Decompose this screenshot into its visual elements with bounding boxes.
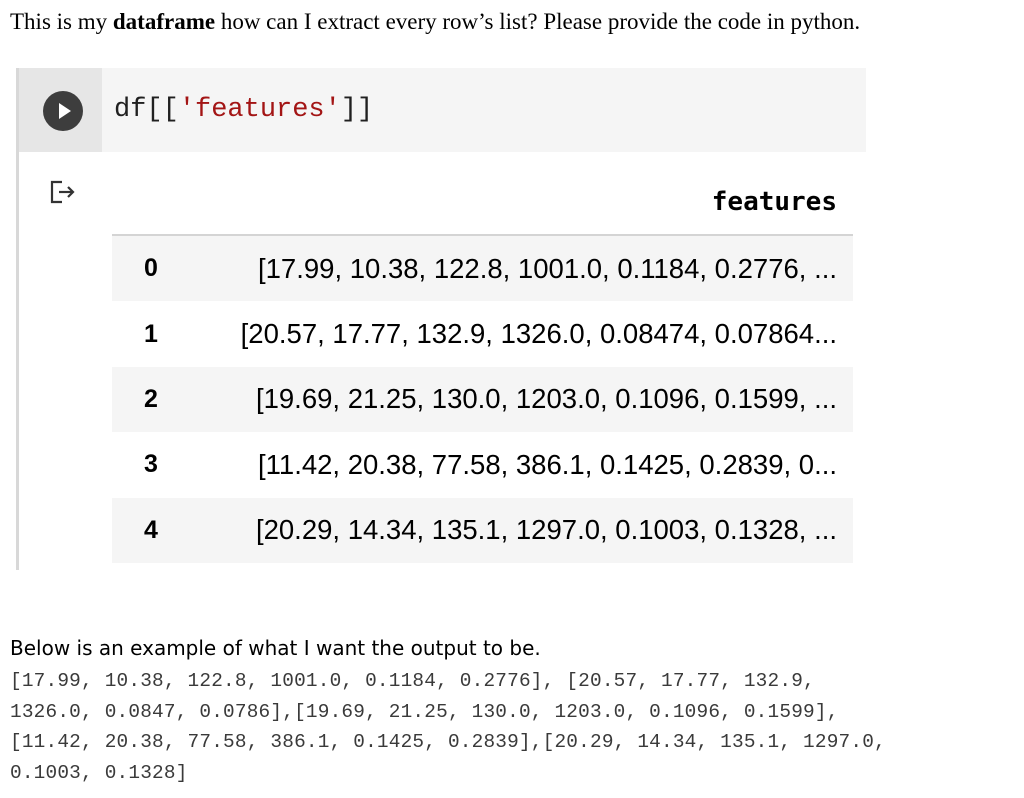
code-string: 'features' [178,95,341,125]
question-text-before: This is my [10,9,113,34]
question-text-bold: dataframe [112,9,216,34]
question-text-after: how can I extract every row’s list? Plea… [215,9,861,34]
row-value: [17.99, 10.38, 122.8, 1001.0, 0.1184, 0.… [258,252,837,284]
row-index: 0 [144,254,158,283]
code-prefix: df[[ [114,95,179,125]
notebook-cell: df[['features']] features 0 [17.99, 10.3… [16,68,866,570]
row-value: [19.69, 21.25, 130.0, 1203.0, 0.1096, 0.… [255,383,837,415]
row-value: [20.29, 14.34, 135.1, 1297.0, 0.1003, 0.… [255,514,837,546]
code-editor[interactable]: df[['features']] [102,68,866,152]
row-index: 4 [144,515,158,544]
row-value: [20.57, 17.77, 132.9, 1326.0, 0.08474, 0… [240,318,837,350]
code-suffix: ]] [340,95,374,125]
question-text: This is my dataframe how can I extract e… [10,7,860,37]
table-row: 2 [19.69, 21.25, 130.0, 1203.0, 0.1096, … [112,366,853,433]
output-redirect-icon[interactable] [48,178,78,206]
table-header: features [112,178,853,236]
example-line: 0.1003, 0.1328] [10,761,188,784]
code-line: df[['features']] [114,94,373,126]
example-line: 1326.0, 0.0847, 0.0786],[19.69, 21.25, 1… [10,700,839,723]
explanation-text: Below is an example of what I want the o… [10,636,541,660]
table-row: 0 [17.99, 10.38, 122.8, 1001.0, 0.1184, … [112,236,853,302]
row-index: 1 [144,319,158,348]
row-value: [11.42, 20.38, 77.58, 386.1, 0.1425, 0.2… [258,448,837,480]
dataframe-table: features 0 [17.99, 10.38, 122.8, 1001.0,… [112,178,853,563]
cell-gutter [16,68,102,152]
table-row: 3 [11.42, 20.38, 77.58, 386.1, 0.1425, 0… [112,432,853,497]
example-output: [17.99, 10.38, 122.8, 1001.0, 0.1184, 0.… [10,666,1020,788]
play-icon [59,103,71,119]
example-line: [17.99, 10.38, 122.8, 1001.0, 0.1184, 0.… [10,670,815,692]
row-index: 2 [144,384,158,413]
run-cell-button[interactable] [43,91,83,131]
table-row: 1 [20.57, 17.77, 132.9, 1326.0, 0.08474,… [112,301,853,366]
column-header-features: features [711,187,837,217]
example-line: [11.42, 20.38, 77.58, 386.1, 0.1425, 0.2… [10,731,886,753]
row-index: 3 [144,450,158,479]
output-gutter [16,152,19,570]
table-row: 4 [20.29, 14.34, 135.1, 1297.0, 0.1003, … [112,497,853,563]
